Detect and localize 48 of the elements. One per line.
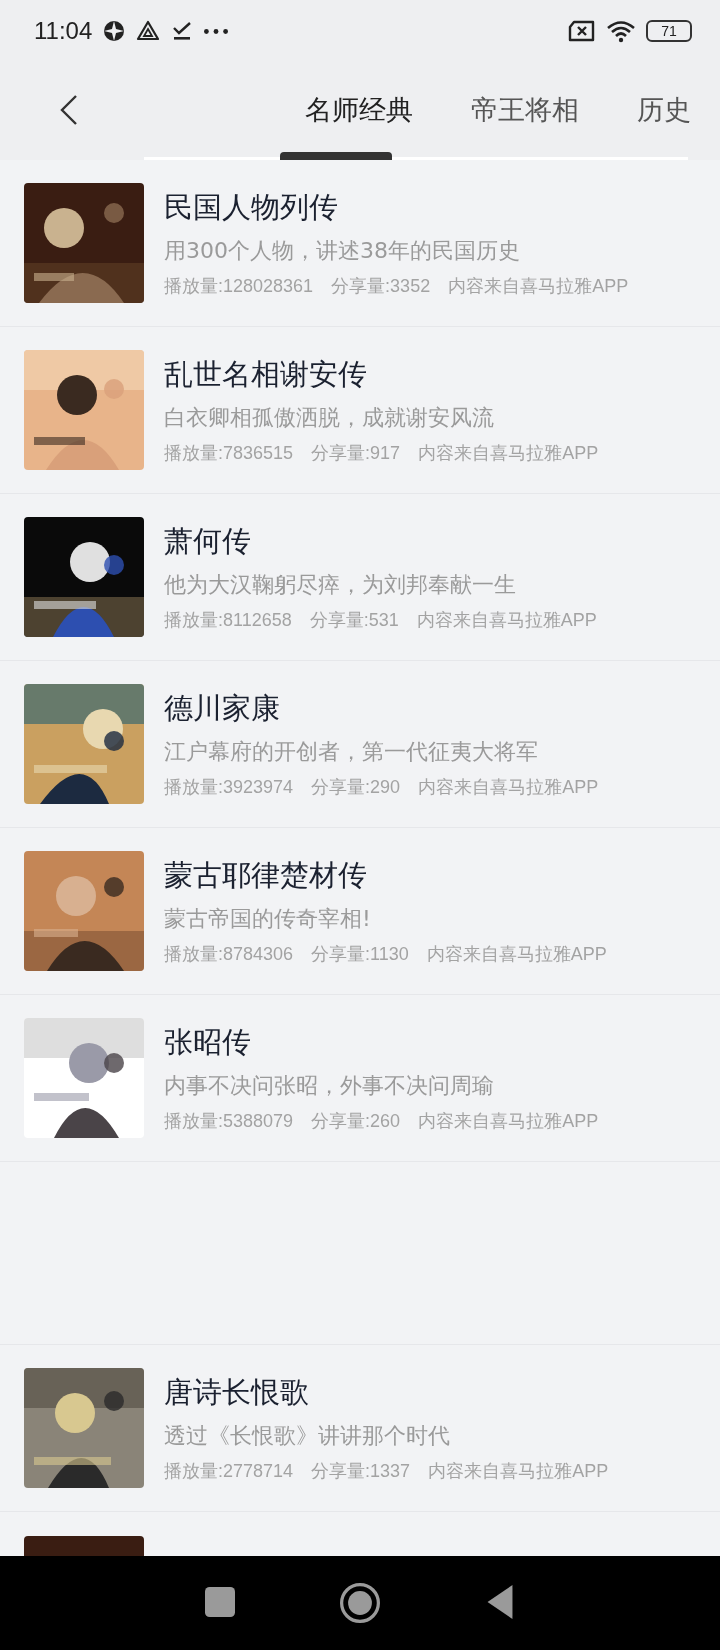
wifi-icon bbox=[606, 19, 636, 43]
share-count: 分享量:3352 bbox=[331, 275, 431, 298]
item-title[interactable]: 乱世名相谢安传 bbox=[164, 355, 599, 395]
share-count: 分享量:290 bbox=[311, 776, 401, 799]
tab[interactable]: 帝王将相 bbox=[442, 85, 608, 134]
source-label: 内容来自喜马拉雅APP bbox=[418, 442, 599, 465]
item-title[interactable]: 德川家康 bbox=[164, 689, 599, 729]
home-icon[interactable] bbox=[340, 1583, 380, 1623]
status-time: 11:04 bbox=[34, 17, 93, 45]
tab[interactable]: 历史 bbox=[608, 85, 720, 134]
item-title[interactable]: 民国人物列传 bbox=[164, 188, 629, 228]
source-label: 内容来自喜马拉雅APP bbox=[448, 275, 629, 298]
source-label: 内容来自喜马拉雅APP bbox=[428, 1460, 609, 1483]
item-description: 用300个人物，讲述38年的民国历史 bbox=[164, 237, 521, 265]
play-count: 播放量:8784306 bbox=[164, 943, 294, 966]
source-label: 内容来自喜马拉雅APP bbox=[418, 776, 599, 799]
play-count: 播放量:7836515 bbox=[164, 442, 294, 465]
item-description: 他为大汉鞠躬尽瘁，为刘邦奉献一生 bbox=[164, 571, 517, 599]
source-label: 内容来自喜马拉雅APP bbox=[418, 1110, 599, 1133]
back-icon[interactable] bbox=[487, 1584, 513, 1619]
item-description: 白衣卿相孤傲洒脱，成就谢安风流 bbox=[164, 404, 495, 432]
play-count: 播放量:128028361 bbox=[164, 275, 314, 298]
item-title[interactable]: 张昭传 bbox=[164, 1023, 599, 1063]
source-label: 内容来自喜马拉雅APP bbox=[416, 609, 597, 632]
play-count: 播放量:5388079 bbox=[164, 1110, 294, 1133]
item-title[interactable]: 唐诗长恨歌 bbox=[164, 1373, 609, 1413]
play-count: 播放量:3923974 bbox=[164, 776, 294, 799]
triangle-icon bbox=[136, 19, 161, 43]
more-icon bbox=[204, 28, 229, 34]
play-count: 播放量:8112658 bbox=[164, 609, 292, 632]
share-count: 分享量:531 bbox=[309, 609, 399, 632]
share-count: 分享量:1130 bbox=[311, 943, 409, 966]
share-count: 分享量:917 bbox=[311, 442, 401, 465]
item-title[interactable]: 蒙古耶律楚材传 bbox=[164, 856, 607, 896]
source-label: 内容来自喜马拉雅APP bbox=[426, 943, 607, 966]
item-title[interactable]: 萧何传 bbox=[164, 522, 597, 562]
item-description: 蒙古帝国的传奇宰相! bbox=[164, 905, 372, 933]
recents-icon[interactable] bbox=[205, 1586, 235, 1617]
battery-indicator: 71 bbox=[646, 20, 692, 42]
item-description: 透过《长恨歌》讲讲那个时代 bbox=[164, 1422, 451, 1450]
share-count: 分享量:260 bbox=[311, 1110, 401, 1133]
sim-error-icon bbox=[568, 19, 596, 43]
tab[interactable]: 名师经典 bbox=[276, 85, 442, 134]
play-count: 播放量:2778714 bbox=[164, 1460, 294, 1483]
share-count: 分享量:1337 bbox=[311, 1460, 411, 1483]
aperture-icon bbox=[102, 19, 127, 43]
item-description: 江户幕府的开创者，第一代征夷大将军 bbox=[164, 738, 539, 766]
item-description: 内事不决问张昭，外事不决问周瑜 bbox=[164, 1072, 495, 1100]
